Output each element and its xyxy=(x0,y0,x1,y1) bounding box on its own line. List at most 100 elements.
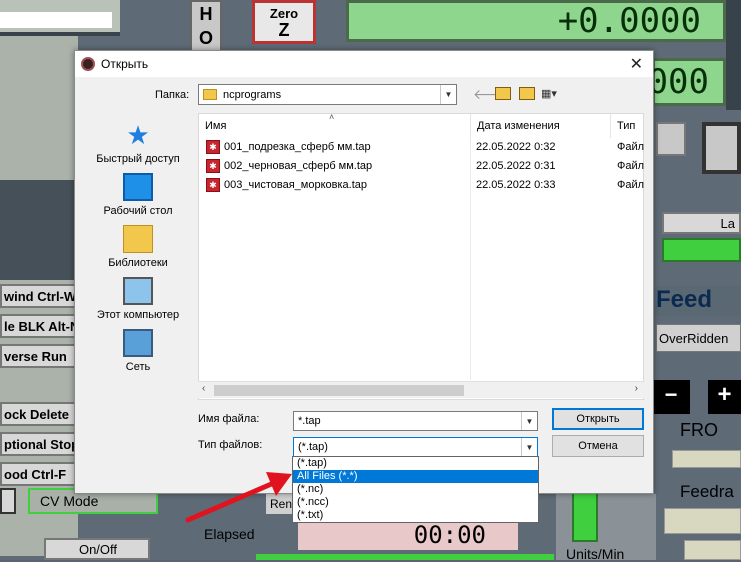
reverse-run-button[interactable]: verse Run xyxy=(0,344,78,368)
open-button[interactable]: Открыть xyxy=(552,408,644,430)
cancel-button[interactable]: Отмена xyxy=(552,435,644,457)
elapsed-value: 00:00 xyxy=(298,520,518,550)
filetype-value: (*.tap) xyxy=(298,441,328,453)
place-network[interactable]: Сеть xyxy=(83,329,193,373)
fro-slider[interactable] xyxy=(672,450,741,468)
network-icon xyxy=(123,329,153,357)
filename-value: *.tap xyxy=(298,415,321,427)
block-delete-button[interactable]: ock Delete xyxy=(0,402,78,426)
right-bottom-box xyxy=(684,540,741,560)
dialog-title: Открыть xyxy=(101,57,149,71)
side-letter-h: H xyxy=(199,4,213,24)
filetype-option[interactable]: (*.txt) xyxy=(293,509,538,522)
tap-file-icon: ✱ xyxy=(206,178,220,192)
filetype-option[interactable]: (*.ncc) xyxy=(293,496,538,509)
place-label: Сеть xyxy=(125,361,151,373)
file-row[interactable]: ✱ 003_чистовая_морковка.tap 22.05.2022 0… xyxy=(199,176,644,195)
filetype-dropdown-list[interactable]: (*.tap) All Files (*.*) (*.nc) (*.ncc) (… xyxy=(292,456,539,523)
file-type: Файл xyxy=(617,141,645,153)
column-header-date[interactable]: Дата изменения xyxy=(471,114,611,138)
overridden-label: OverRidden xyxy=(659,330,729,346)
dro-second[interactable]: 000 xyxy=(648,58,726,106)
column-type-label: Тип xyxy=(617,120,636,132)
sort-up-icon: ˄ xyxy=(329,112,335,122)
column-date-label: Дата изменения xyxy=(477,120,560,132)
place-this-pc[interactable]: Этот компьютер xyxy=(83,277,193,321)
file-list: Имя ˄ Дата изменения Тип ✱ 001_подрезка_… xyxy=(198,112,645,400)
rewind-label: wind Ctrl-W xyxy=(4,288,77,304)
chevron-down-icon[interactable]: ▼ xyxy=(521,412,537,430)
file-row[interactable]: ✱ 002_черновая_сферб мм.tap 22.05.2022 0… xyxy=(199,157,644,176)
reverse-run-label: verse Run xyxy=(4,348,67,364)
scroll-thumb[interactable] xyxy=(214,385,464,396)
desktop-icon xyxy=(123,173,153,201)
filename-input[interactable]: *.tap ▼ xyxy=(293,411,538,431)
scroll-left-icon[interactable]: ‹ xyxy=(202,383,205,394)
place-label: Рабочий стол xyxy=(103,205,173,217)
fro-minus-button[interactable]: − xyxy=(652,380,690,414)
file-name: 002_черновая_сферб мм.tap xyxy=(224,160,373,172)
scroll-right-icon[interactable]: › xyxy=(635,383,638,394)
libraries-icon xyxy=(123,225,153,253)
place-libraries[interactable]: Библиотеки xyxy=(83,225,193,269)
filetype-select[interactable]: (*.tap) ▼ xyxy=(293,437,538,457)
tap-file-icon: ✱ xyxy=(206,159,220,173)
left-dark-strip xyxy=(0,180,78,280)
optional-stop-button[interactable]: ptional Stop xyxy=(0,432,78,456)
flood-button[interactable]: ood Ctrl-F xyxy=(0,462,78,486)
filetype-option[interactable]: (*.tap) xyxy=(293,457,538,470)
block-delete-label: ock Delete xyxy=(4,406,70,422)
plus-icon: + xyxy=(717,381,732,408)
folder-icon xyxy=(203,89,217,100)
single-block-label: le BLK Alt-N xyxy=(4,318,78,334)
right-square-button[interactable] xyxy=(656,122,686,156)
column-header-type[interactable]: Тип xyxy=(611,114,645,138)
chevron-down-icon[interactable]: ▼ xyxy=(521,438,537,456)
cv-mode-label: CV Mode xyxy=(40,493,99,509)
green-led-button[interactable] xyxy=(662,238,741,262)
column-name-label: Имя xyxy=(205,120,227,132)
tap-file-icon: ✱ xyxy=(206,140,220,154)
la-label: La xyxy=(720,215,735,231)
rewind-button[interactable]: wind Ctrl-W xyxy=(0,284,78,308)
file-type: Файл xyxy=(617,179,645,191)
folder-select[interactable]: ncprograms ▼ xyxy=(198,84,457,105)
column-header-name[interactable]: Имя xyxy=(199,114,471,138)
place-desktop[interactable]: Рабочий стол xyxy=(83,173,193,217)
place-label: Быстрый доступ xyxy=(96,153,180,165)
place-quick-access[interactable]: ★ Быстрый доступ xyxy=(83,121,193,165)
la-button[interactable]: La xyxy=(662,212,741,234)
right-square-button-2[interactable] xyxy=(702,122,741,174)
optional-stop-label: ptional Stop xyxy=(4,436,78,452)
green-large-button[interactable] xyxy=(572,492,598,542)
filetype-label: Тип файлов: xyxy=(198,439,263,451)
filetype-option-selected[interactable]: All Files (*.*) xyxy=(293,470,538,483)
on-off-button[interactable]: On/Off xyxy=(44,538,150,560)
folder-value: ncprograms xyxy=(223,88,282,101)
zero-z-button[interactable]: Zero Z xyxy=(252,0,316,44)
overridden-indicator: OverRidden xyxy=(656,324,741,352)
filetype-option[interactable]: (*.nc) xyxy=(293,483,538,496)
filename-label: Имя файла: xyxy=(198,413,260,425)
horizontal-scrollbar[interactable]: ‹ › xyxy=(198,381,644,398)
file-name: 003_чистовая_морковка.tap xyxy=(224,179,368,191)
dro-z-axis[interactable]: +0.0000 xyxy=(346,0,726,42)
bottom-green-bar xyxy=(256,554,554,560)
feedrate-label: Feedra xyxy=(680,482,734,501)
view-menu-icon[interactable]: ▦▾ xyxy=(541,87,565,100)
top-left-white-bar xyxy=(0,12,112,28)
fro-label: FRO xyxy=(680,420,718,440)
up-folder-icon[interactable] xyxy=(495,87,511,100)
place-label: Этот компьютер xyxy=(96,309,180,321)
feedrate-box xyxy=(664,508,741,534)
new-folder-icon[interactable] xyxy=(519,87,535,100)
single-block-button[interactable]: le BLK Alt-N xyxy=(0,314,78,338)
minus-icon: − xyxy=(664,382,678,407)
right-dark-block xyxy=(726,0,741,110)
zero-z-bottom-label: Z xyxy=(278,20,290,40)
fro-plus-button[interactable]: + xyxy=(708,380,741,414)
file-date: 22.05.2022 0:32 xyxy=(476,141,556,153)
close-icon[interactable]: ✕ xyxy=(630,54,643,74)
file-row[interactable]: ✱ 001_подрезка_сферб мм.tap 22.05.2022 0… xyxy=(199,138,644,157)
small-square-button[interactable] xyxy=(0,488,16,514)
